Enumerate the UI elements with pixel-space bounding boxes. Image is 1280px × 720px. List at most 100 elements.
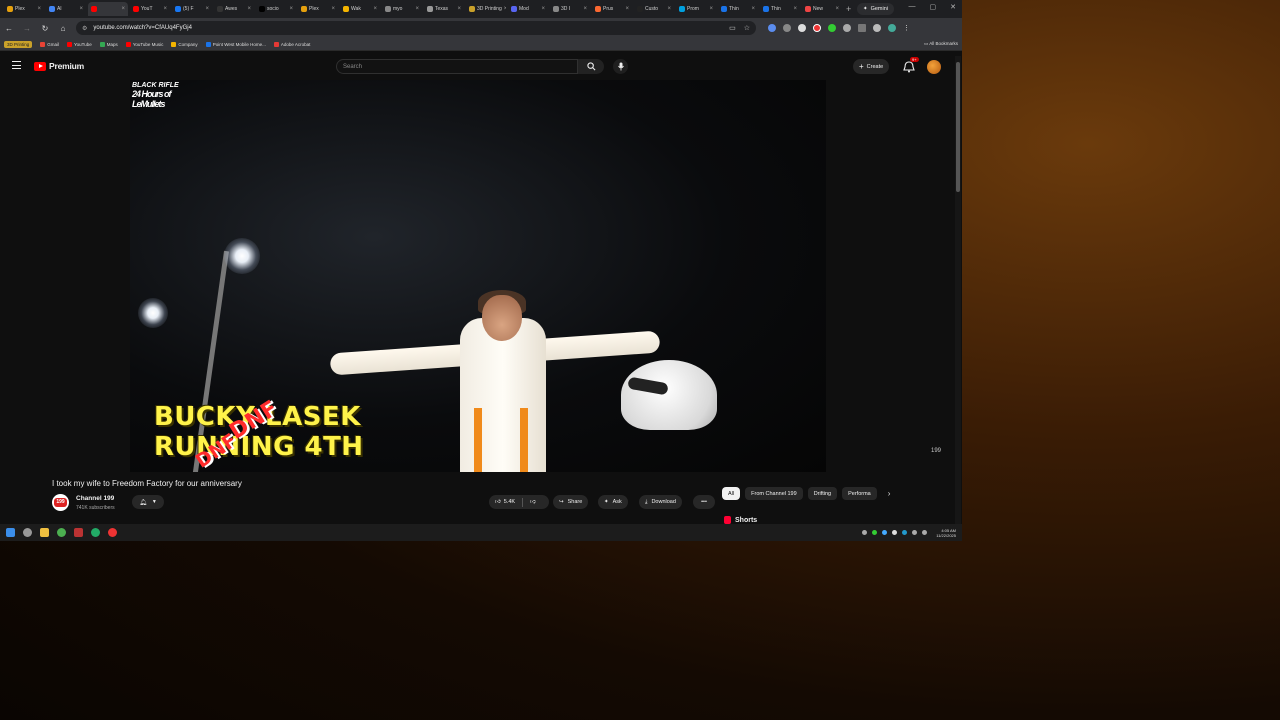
extension-icon[interactable]: [813, 24, 821, 32]
voice-search-button[interactable]: [613, 59, 628, 74]
channel-name[interactable]: Channel 199: [76, 495, 114, 502]
ask-button[interactable]: ✦ Ask: [598, 495, 628, 509]
browser-tab[interactable]: New ×: [802, 2, 842, 16]
browser-tab[interactable]: Texas ×: [424, 2, 464, 16]
tab-close-icon[interactable]: ×: [121, 6, 125, 12]
maximize-icon[interactable]: ▢: [930, 3, 937, 11]
download-button[interactable]: ⤓ Download: [639, 495, 682, 509]
browser-tab[interactable]: (5) F ×: [172, 2, 212, 16]
extension-icon[interactable]: [798, 24, 806, 32]
bookmark-item[interactable]: Gmail: [40, 41, 59, 47]
tab-close-icon[interactable]: ×: [79, 6, 83, 12]
extension-icon[interactable]: [783, 24, 791, 32]
page-scrollbar[interactable]: [955, 56, 961, 524]
filter-chip[interactable]: All: [722, 487, 741, 500]
chrome-icon[interactable]: [57, 528, 66, 537]
channel-avatar[interactable]: 199: [52, 494, 69, 511]
app-icon[interactable]: [74, 528, 83, 537]
youtube-logo[interactable]: Premium: [34, 61, 84, 71]
tab-close-icon[interactable]: ×: [625, 6, 629, 12]
forward-icon[interactable]: →: [22, 24, 32, 33]
share-button[interactable]: ↪ Share: [553, 495, 589, 509]
create-button[interactable]: + Create: [853, 59, 890, 74]
menu-kebab-icon[interactable]: ⋮: [903, 24, 910, 32]
more-actions-button[interactable]: •••: [693, 495, 715, 509]
browser-tab[interactable]: Thin ×: [718, 2, 758, 16]
browser-tab[interactable]: Plex ×: [298, 2, 338, 16]
bookmark-item[interactable]: YouTube Music: [125, 41, 163, 47]
bookmark-item[interactable]: YouTube: [67, 41, 92, 47]
tab-close-icon[interactable]: ×: [793, 6, 797, 12]
scrollbar-thumb[interactable]: [956, 62, 960, 192]
browser-tab[interactable]: Al ×: [46, 2, 86, 16]
bookmark-item[interactable]: 3D Printing: [4, 40, 33, 48]
browser-tab[interactable]: Prom ×: [676, 2, 716, 16]
browser-tab[interactable]: YouT ×: [130, 2, 170, 16]
tab-close-icon[interactable]: ×: [541, 6, 545, 12]
browser-tab[interactable]: Awes ×: [214, 2, 254, 16]
filter-chip[interactable]: Performa: [842, 487, 877, 500]
home-icon[interactable]: ⌂: [58, 24, 68, 33]
wifi-icon[interactable]: [912, 530, 918, 535]
filter-chip[interactable]: From Channel 199: [745, 487, 803, 500]
browser-tab[interactable]: Custo ×: [634, 2, 674, 16]
download-icon[interactable]: [873, 24, 881, 32]
tab-close-icon[interactable]: ×: [751, 6, 755, 12]
reload-icon[interactable]: ↻: [40, 24, 50, 33]
browser-tab[interactable]: 3D Printing ×: [466, 2, 506, 16]
subscription-bell-button[interactable]: 🔔︎ ▼: [132, 495, 164, 509]
tab-close-icon[interactable]: ×: [457, 6, 461, 12]
cast-icon[interactable]: ▭: [729, 24, 736, 32]
bookmark-item[interactable]: Adobe Acrobat: [273, 41, 310, 47]
tab-close-icon[interactable]: ×: [504, 6, 506, 12]
minimize-icon[interactable]: —: [909, 3, 916, 11]
tab-close-icon[interactable]: ×: [205, 6, 209, 12]
search-icon[interactable]: [23, 528, 32, 537]
tray-icon[interactable]: [902, 530, 908, 535]
site-info-icon[interactable]: ⚙: [82, 25, 87, 32]
gemini-button[interactable]: ✦ Gemini: [856, 3, 894, 15]
tab-close-icon[interactable]: ×: [163, 6, 167, 12]
tab-close-icon[interactable]: ×: [415, 6, 419, 12]
notifications-bell-icon[interactable]: [902, 60, 916, 74]
tab-close-icon[interactable]: ×: [667, 6, 671, 12]
bookmark-star-icon[interactable]: ☆: [744, 24, 750, 32]
like-button[interactable]: 👍︎ 5.4K: [495, 499, 515, 505]
profile-icon[interactable]: [888, 24, 896, 32]
extension-icon[interactable]: [768, 24, 776, 32]
back-icon[interactable]: ←: [4, 24, 14, 33]
system-clock[interactable]: 4:05 AM 11/22/2025: [936, 528, 956, 538]
dislike-button[interactable]: 👎︎: [530, 499, 536, 505]
tab-close-icon[interactable]: ×: [835, 6, 839, 12]
tab-close-icon[interactable]: ×: [373, 6, 377, 12]
tab-close-icon[interactable]: ×: [709, 6, 713, 12]
tray-icon[interactable]: [882, 530, 888, 535]
bookmark-item[interactable]: Maps: [99, 41, 118, 47]
tab-close-icon[interactable]: ×: [583, 6, 587, 12]
app-icon[interactable]: [91, 528, 100, 537]
browser-tab[interactable]: Wak ×: [340, 2, 380, 16]
bookmark-item[interactable]: Company: [171, 41, 198, 47]
browser-tab[interactable]: Prus ×: [592, 2, 632, 16]
browser-tab[interactable]: myo ×: [382, 2, 422, 16]
sidebar-icon[interactable]: [858, 24, 866, 32]
account-avatar[interactable]: [927, 60, 941, 74]
app-icon[interactable]: [108, 528, 117, 537]
extension-icon[interactable]: [828, 24, 836, 32]
tab-close-icon[interactable]: ×: [331, 6, 335, 12]
bookmark-item[interactable]: Point West Mobile Home...: [205, 41, 266, 47]
hamburger-menu-icon[interactable]: [12, 61, 21, 69]
url-field[interactable]: ⚙ youtube.com/watch?v=CfAUq4FyGj4 ▭ ☆: [76, 21, 756, 35]
close-icon[interactable]: ✕: [950, 3, 956, 11]
tab-close-icon[interactable]: ×: [247, 6, 251, 12]
new-tab-icon[interactable]: +: [846, 4, 851, 14]
volume-icon[interactable]: [922, 530, 928, 535]
video-player[interactable]: BLACK RIFLE 24 Hours of LeMullets BUCKY …: [130, 80, 826, 472]
tab-close-icon[interactable]: ×: [37, 6, 41, 12]
search-button[interactable]: [578, 59, 604, 74]
tray-icon[interactable]: [892, 530, 898, 535]
browser-tab[interactable]: Plex ×: [4, 2, 44, 16]
start-icon[interactable]: [6, 528, 15, 537]
search-input[interactable]: Search: [336, 59, 578, 74]
browser-tab[interactable]: Mod ×: [508, 2, 548, 16]
